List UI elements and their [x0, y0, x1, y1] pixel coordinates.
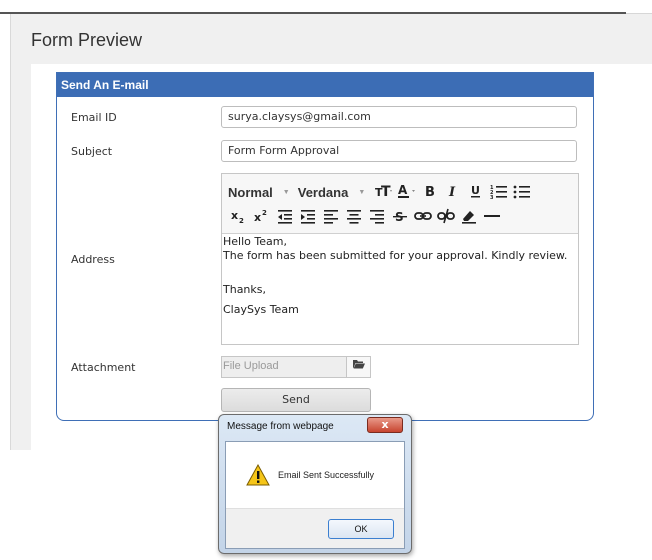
subject-input[interactable]: Form Form Approval	[221, 140, 577, 162]
page-title: Form Preview	[31, 30, 143, 50]
underline-icon[interactable]: U	[465, 182, 487, 202]
dialog-footer: OK	[226, 508, 404, 548]
svg-text:B: B	[425, 185, 435, 200]
chevron-down-icon: ▼	[282, 188, 290, 196]
warning-icon	[246, 463, 270, 486]
message-dialog: Message from webpage x Email Sent Succes…	[218, 414, 412, 554]
toolbar-row-2: x2 x2 S	[228, 205, 504, 229]
align-left-icon[interactable]	[320, 207, 342, 227]
unlink-icon[interactable]	[435, 207, 457, 227]
email-input[interactable]: surya.claysys@gmail.com	[221, 106, 577, 128]
bold-icon[interactable]: B	[419, 182, 441, 202]
ordered-list-icon[interactable]: 123	[488, 182, 510, 202]
svg-text:U: U	[471, 184, 480, 197]
attachment-label: Attachment	[71, 361, 136, 374]
editor-line: Hello Team,	[223, 235, 287, 248]
svg-text:x: x	[231, 209, 238, 222]
dialog-message: Email Sent Successfully	[278, 470, 375, 480]
panel-header: Send An E-mail	[57, 73, 593, 97]
email-label: Email ID	[71, 111, 117, 124]
align-center-icon[interactable]	[343, 207, 365, 227]
font-size-icon[interactable]: TT	[373, 182, 395, 202]
font-color-icon[interactable]: A	[396, 182, 418, 202]
email-form-panel: Send An E-mail Email ID surya.claysys@gm…	[56, 72, 594, 421]
editor-line: ClaySys Team	[223, 303, 299, 316]
indent-icon[interactable]	[297, 207, 319, 227]
horizontal-rule-icon[interactable]	[481, 207, 503, 227]
link-icon[interactable]	[412, 207, 434, 227]
subscript-icon[interactable]: x2	[228, 207, 250, 227]
close-button[interactable]: x	[367, 417, 403, 433]
editor-line: The form has been submitted for your app…	[223, 249, 568, 262]
ok-button[interactable]: OK	[328, 519, 394, 539]
font-select[interactable]: Verdana ▼	[298, 185, 366, 200]
file-upload-placeholder: File Upload	[223, 360, 279, 372]
chevron-down-icon: ▼	[358, 188, 366, 196]
format-select-value: Normal	[228, 184, 273, 200]
top-strip	[0, 0, 652, 14]
editor-toolbar: Normal ▼ Verdana ▼ TT A B I U 123 x 2 x …	[222, 174, 578, 234]
top-border	[0, 0, 626, 14]
svg-text:x: x	[254, 211, 261, 224]
unordered-list-icon[interactable]	[511, 182, 533, 202]
subject-label: Subject	[71, 145, 113, 158]
italic-icon[interactable]: I	[442, 182, 464, 202]
svg-text:A: A	[398, 183, 408, 197]
rich-text-editor: Normal ▼ Verdana ▼ TT A B I U 123 x 2 x …	[221, 173, 579, 345]
svg-text:2: 2	[262, 209, 267, 217]
editor-content[interactable]: Hello Team, The form has been submitted …	[222, 234, 578, 317]
strikethrough-icon[interactable]: S	[389, 207, 411, 227]
svg-text:3: 3	[490, 195, 494, 200]
editor-line: Thanks,	[223, 283, 267, 296]
svg-text:I: I	[448, 185, 456, 200]
outdent-icon[interactable]	[274, 207, 296, 227]
send-button[interactable]: Send	[221, 388, 371, 412]
eraser-icon[interactable]	[458, 207, 480, 227]
dialog-body: Email Sent Successfully OK	[225, 441, 405, 549]
dialog-title: Message from webpage	[227, 421, 334, 432]
folder-open-icon[interactable]	[346, 357, 370, 377]
editor-blank-line	[223, 263, 578, 283]
superscript-icon[interactable]: x2	[251, 207, 273, 227]
address-label: Address	[71, 253, 115, 266]
font-select-value: Verdana	[297, 184, 349, 200]
align-right-icon[interactable]	[366, 207, 388, 227]
svg-text:T: T	[381, 184, 391, 200]
format-select[interactable]: Normal ▼	[228, 185, 290, 200]
toolbar-row-1: Normal ▼ Verdana ▼ TT A B I U 123	[228, 180, 534, 204]
svg-text:2: 2	[239, 217, 244, 225]
file-upload[interactable]: File Upload	[221, 356, 371, 378]
